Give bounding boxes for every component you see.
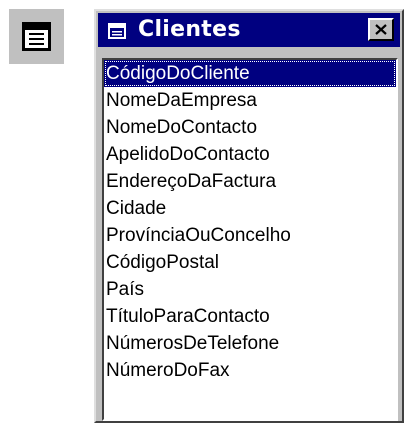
window-title: Clientes — [138, 17, 241, 42]
field-item[interactable]: TítuloParaContacto — [104, 303, 396, 330]
field-item[interactable]: Cidade — [104, 195, 396, 222]
title-bar[interactable]: Clientes — [98, 13, 400, 47]
field-item[interactable]: ApelidoDoContacto — [104, 141, 396, 168]
field-item[interactable]: CódigoPostal — [104, 249, 396, 276]
field-list-button[interactable] — [9, 9, 64, 64]
field-item[interactable]: CódigoDoCliente — [104, 60, 396, 87]
field-item[interactable]: EndereçoDaFactura — [104, 168, 396, 195]
close-button[interactable] — [368, 18, 394, 41]
close-icon — [375, 24, 387, 35]
field-item[interactable]: NomeDoContacto — [104, 114, 396, 141]
table-icon — [108, 23, 126, 39]
field-item[interactable]: NomeDaEmpresa — [104, 87, 396, 114]
field-list[interactable]: CódigoDoCliente NomeDaEmpresa NomeDoCont… — [102, 58, 398, 421]
field-item[interactable]: ProvínciaOuConcelho — [104, 222, 396, 249]
field-item[interactable]: NúmeroDoFax — [104, 357, 396, 384]
field-item[interactable]: País — [104, 276, 396, 303]
screen: Clientes CódigoDoCliente NomeDaEmpresa N… — [0, 0, 405, 427]
field-list-window: Clientes CódigoDoCliente NomeDaEmpresa N… — [94, 9, 404, 423]
field-item[interactable]: NúmerosDeTelefone — [104, 330, 396, 357]
field-list-icon — [22, 22, 51, 51]
